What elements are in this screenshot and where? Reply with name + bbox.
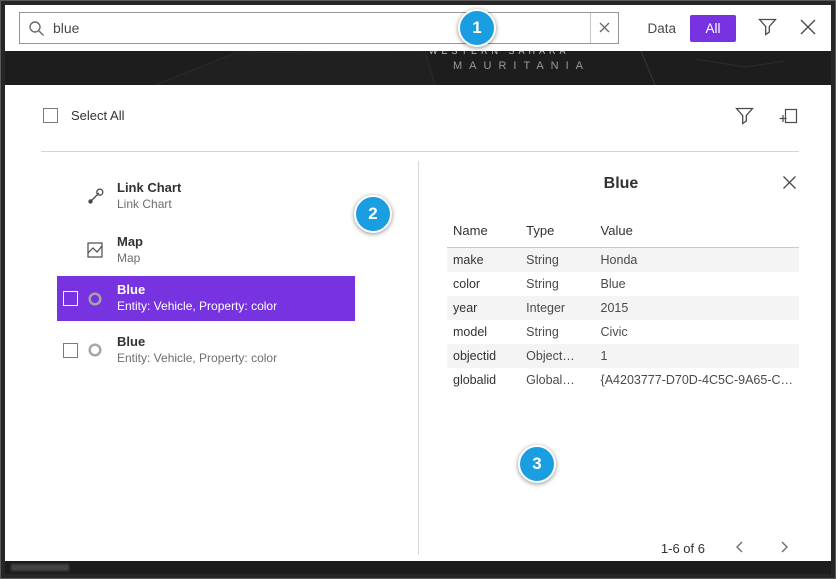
result-title: Blue [117, 335, 277, 350]
table-row: model String Civic [447, 320, 799, 344]
filter-icon [758, 18, 777, 39]
entity-circle-icon [87, 342, 117, 358]
column-header-type: Type [520, 217, 594, 248]
app-root: WESTERN SAHARA MAURITANIA Data All [0, 0, 836, 579]
cell-value: Honda [595, 248, 799, 273]
chevron-left-icon [733, 540, 747, 557]
cell-type: Global… [520, 368, 594, 392]
search-input[interactable] [45, 20, 590, 36]
table-row: make String Honda [447, 248, 799, 273]
cell-value: Civic [595, 320, 799, 344]
annotation-badge-1: 1 [458, 9, 496, 47]
result-subtitle: Entity: Vehicle, Property: color [117, 352, 277, 366]
cell-name: objectid [447, 344, 520, 368]
close-search-button[interactable] [799, 18, 817, 39]
detail-title: Blue [441, 175, 801, 193]
map-background: WESTERN SAHARA MAURITANIA [5, 51, 831, 85]
cell-name: year [447, 296, 520, 320]
add-to-new-button[interactable] [779, 106, 798, 128]
cell-name: globalid [447, 368, 520, 392]
map-border-lines [5, 51, 831, 85]
table-row: globalid Global… {A4203777-D70D-4C5C-9A6… [447, 368, 799, 392]
pagination-label: 1-6 of 6 [661, 541, 705, 556]
header-divider [41, 151, 799, 152]
select-all-checkbox[interactable] [43, 108, 58, 123]
cell-name: color [447, 272, 520, 296]
search-input-group [19, 12, 619, 44]
cell-value: 1 [595, 344, 799, 368]
select-all-label: Select All [71, 108, 124, 123]
cell-type: String [520, 272, 594, 296]
result-title: Link Chart [117, 181, 181, 196]
table-header-row: Name Type Value [447, 217, 799, 248]
map-label-western-sahara: WESTERN SAHARA [429, 51, 570, 56]
cell-type: String [520, 320, 594, 344]
close-icon [799, 18, 817, 39]
cell-value: {A4203777-D70D-4C5C-9A65-C… [595, 368, 799, 392]
map-icon [87, 242, 117, 258]
cell-type: Integer [520, 296, 594, 320]
column-header-value: Value [595, 217, 799, 248]
cell-value: 2015 [595, 296, 799, 320]
search-filter-button[interactable] [758, 18, 777, 39]
scope-all-option[interactable]: All [690, 15, 736, 42]
panel-divider [418, 161, 419, 555]
table-row: objectid Object… 1 [447, 344, 799, 368]
clear-search-button[interactable] [590, 13, 618, 43]
column-header-name: Name [447, 217, 520, 248]
result-item-link-chart[interactable]: Link Chart Link Chart [57, 173, 355, 219]
result-item-blue[interactable]: Blue Entity: Vehicle, Property: color [57, 330, 355, 370]
table-row: color String Blue [447, 272, 799, 296]
link-chart-icon [87, 188, 117, 205]
close-icon [599, 21, 610, 36]
pagination: 1-6 of 6 [661, 538, 793, 559]
attribute-table: Name Type Value make String Honda color [447, 217, 799, 392]
cell-value: Blue [595, 272, 799, 296]
scope-data-option[interactable]: Data [647, 21, 676, 36]
result-subtitle: Entity: Vehicle, Property: color [117, 300, 277, 314]
result-title: Map [117, 235, 143, 250]
result-subtitle: Link Chart [117, 198, 181, 212]
entity-circle-icon [87, 291, 117, 307]
cell-name: make [447, 248, 520, 273]
map-label-mauritania: MAURITANIA [453, 60, 590, 72]
pagination-next-button[interactable] [775, 538, 793, 559]
result-subtitle: Map [117, 252, 143, 266]
result-item-map[interactable]: Map Map [57, 227, 355, 273]
annotation-badge-3: 3 [518, 445, 556, 483]
result-checkbox[interactable] [63, 291, 78, 306]
result-checkbox[interactable] [63, 343, 78, 358]
pagination-prev-button[interactable] [731, 538, 749, 559]
attribution-smudge [11, 564, 69, 571]
results-filter-button[interactable] [735, 107, 754, 128]
annotation-badge-2: 2 [354, 195, 392, 233]
detail-panel: Blue Name Type Value [441, 161, 801, 563]
detail-close-button[interactable] [782, 175, 797, 193]
chevron-right-icon [777, 540, 791, 557]
cell-type: Object… [520, 344, 594, 368]
table-row: year Integer 2015 [447, 296, 799, 320]
search-overlay-bar: Data All [5, 5, 831, 51]
close-icon [782, 175, 797, 193]
search-scope-toggle: Data All [647, 15, 736, 42]
result-item-blue-selected[interactable]: Blue Entity: Vehicle, Property: color [57, 276, 355, 321]
select-all-row: Select All [43, 108, 124, 123]
cell-name: model [447, 320, 520, 344]
add-item-icon [779, 106, 798, 128]
search-icon [20, 20, 45, 37]
filter-icon [735, 107, 754, 128]
results-panel: Select All Link Chart Link Chart [5, 85, 831, 563]
search-controls: Data All [647, 15, 817, 42]
result-title: Blue [117, 283, 277, 298]
map-footer [5, 561, 831, 574]
cell-type: String [520, 248, 594, 273]
